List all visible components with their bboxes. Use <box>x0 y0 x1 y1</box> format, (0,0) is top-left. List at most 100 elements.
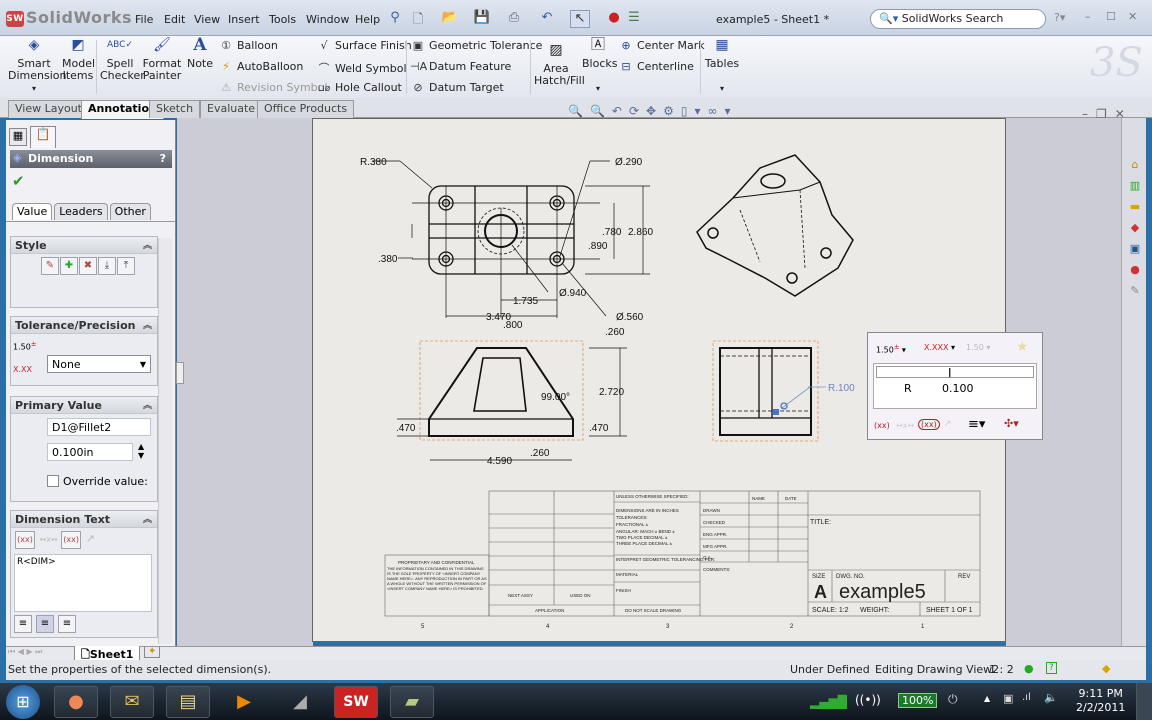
palette-prefix[interactable]: R <box>904 382 912 395</box>
display-settings-icon[interactable]: ⚙ <box>663 104 681 118</box>
open-icon[interactable]: 📂 <box>440 10 460 28</box>
add-parentheses-icon[interactable]: (xx) <box>15 531 35 549</box>
collapse-icon[interactable]: ︽ <box>143 512 152 525</box>
solidworks-taskbar-button[interactable]: SW <box>334 686 378 718</box>
search-input[interactable]: 🔍▾ SolidWorks Search <box>870 9 1046 29</box>
center-dim-icon[interactable]: ↔x↔ <box>896 421 914 430</box>
side-view[interactable] <box>712 340 826 442</box>
surface-finish-button[interactable]: √ Surface Finish <box>316 39 411 52</box>
menu-insert[interactable]: Insert <box>228 13 260 26</box>
centerline-button[interactable]: ⊟ Centerline <box>618 60 693 73</box>
volume-icon[interactable]: 🔈 <box>1044 691 1058 704</box>
menu-file[interactable]: File <box>135 13 153 26</box>
signal-strength-icon[interactable]: ▂▄▆█ <box>810 695 847 709</box>
tab-view-layout[interactable]: View Layout <box>8 100 89 118</box>
panel-splitter-handle[interactable] <box>176 362 184 384</box>
model-items-button[interactable]: ◩ Model Items <box>62 38 95 82</box>
precision-button[interactable]: X.XXX ▾ <box>924 343 955 352</box>
revision-symbol-button[interactable]: ⚠ Revision Symbol <box>218 81 327 94</box>
rebuild-status-icon[interactable]: ● <box>1024 662 1034 675</box>
tolerance-group-header[interactable]: Tolerance/Precision ︽ <box>11 317 157 334</box>
value-spinner[interactable]: ▲ ▼ <box>138 442 144 460</box>
menu-tools[interactable]: Tools <box>269 13 296 26</box>
select-icon[interactable]: ↖ <box>570 10 590 28</box>
front-view[interactable] <box>397 340 627 461</box>
help-status-icon[interactable]: ? <box>1046 662 1057 674</box>
palette-text-box[interactable]: R 0.100 I <box>873 363 1037 409</box>
align-left-icon[interactable]: ≡ <box>14 615 32 633</box>
save-style-icon[interactable]: ⤓ <box>98 257 116 275</box>
explorer-taskbar-button[interactable]: ▤ <box>166 686 210 718</box>
collapse-icon[interactable]: ︽ <box>143 398 152 411</box>
center-dimension-icon[interactable]: ↔x↔ <box>40 535 58 544</box>
subtab-other[interactable]: Other <box>109 203 151 220</box>
zoom-to-area-icon[interactable]: 🔍 <box>590 104 612 118</box>
isometric-view[interactable] <box>696 154 854 297</box>
style-group-header[interactable]: Style ︽ <box>11 237 157 254</box>
pan-icon[interactable]: ✥ <box>646 104 663 118</box>
power-plug-icon[interactable]: ⏻ <box>948 692 958 707</box>
media-player-taskbar-button[interactable]: ▶ <box>222 686 266 718</box>
menu-edit[interactable]: Edit <box>164 13 185 26</box>
zoom-to-fit-icon[interactable]: 🔍 <box>568 104 590 118</box>
autoballoon-button[interactable]: ⚡ AutoBalloon <box>218 60 303 73</box>
justify-icon[interactable]: ≡▾ <box>968 417 985 432</box>
subtab-leaders[interactable]: Leaders <box>54 203 108 220</box>
dimension-text-header[interactable]: Dimension Text ︽ <box>11 511 157 528</box>
inspection-icon[interactable]: (xx) <box>918 419 940 430</box>
system-clock[interactable]: 9:11 PM 2/2/2011 <box>1076 687 1125 715</box>
offset-icon[interactable]: ↗ <box>944 419 952 429</box>
align-center-icon[interactable]: ≡ <box>36 615 54 633</box>
battery-indicator[interactable]: 100% <box>898 693 938 708</box>
balloon-button[interactable]: ① Balloon <box>218 39 278 52</box>
minimize-button[interactable]: – <box>1085 10 1091 23</box>
center-mark-button[interactable]: ⊕ Center Mark <box>618 39 704 52</box>
parentheses-icon[interactable]: (xx) <box>874 421 890 430</box>
align-right-icon[interactable]: ≡ <box>58 615 76 633</box>
menu-help[interactable]: Help <box>355 13 380 26</box>
note-button[interactable]: A Note <box>186 37 214 70</box>
area-hatch-fill-button[interactable]: ▨ Area Hatch/Fill <box>534 43 585 87</box>
ok-checkmark-button[interactable]: ✔ <box>12 172 25 190</box>
tab-evaluate[interactable]: Evaluate <box>200 100 263 118</box>
spell-checker-button[interactable]: ABC✓ Spell Checker <box>100 39 145 82</box>
datum-feature-button[interactable]: ⊣A Datum Feature <box>410 60 511 73</box>
help-icon[interactable]: ?▾ <box>1054 11 1065 24</box>
blocks-button[interactable]: 🄰 Blocks ▾ <box>582 38 617 95</box>
datum-target-button[interactable]: ⊘ Datum Target <box>410 81 503 94</box>
sheet-nav-arrows[interactable]: ⏮ ◀ ▶ ⏭ <box>8 647 42 657</box>
notes-taskbar-button[interactable]: ▰ <box>390 686 434 718</box>
pm-scrollbar[interactable] <box>158 238 172 644</box>
appearances-icon[interactable]: ● <box>1127 263 1143 279</box>
rotate-icon[interactable]: ⟳ <box>629 104 646 118</box>
show-hidden-icons[interactable]: ▲ <box>984 694 990 703</box>
primary-value-header[interactable]: Primary Value ︽ <box>11 397 157 414</box>
tables-button[interactable]: ▦ Tables ▾ <box>704 38 740 95</box>
weld-symbol-button[interactable]: ⌒ Weld Symbol <box>316 60 407 76</box>
offset-text-icon[interactable]: ↗ <box>86 532 95 545</box>
tags-icon[interactable]: ◆ <box>1102 662 1110 675</box>
file-explorer-icon[interactable]: ▬ <box>1127 200 1143 216</box>
search-results-icon[interactable]: ◆ <box>1127 221 1143 237</box>
sheet-scale[interactable]: 1 : 2 <box>989 663 1014 676</box>
menu-view[interactable]: View <box>194 13 220 26</box>
dimension-text-area[interactable]: R<DIM> <box>14 554 152 612</box>
format-painter-button[interactable]: 🖌 Format Painter <box>142 38 182 82</box>
close-button[interactable]: ✕ <box>1128 10 1137 23</box>
doc-minimize-button[interactable]: – <box>1082 107 1096 121</box>
add-sheet-tab[interactable]: ✦ <box>144 646 161 658</box>
doc-restore-button[interactable]: ❐ <box>1096 107 1115 121</box>
menu-window[interactable]: Window <box>306 13 349 26</box>
print-icon[interactable]: ⎙ <box>504 10 524 28</box>
tab-sketch[interactable]: Sketch <box>149 100 201 118</box>
subtab-value[interactable]: Value <box>12 203 53 220</box>
palette-value[interactable]: 0.100 <box>942 382 974 395</box>
tolerance-type-button[interactable]: 1.50± ▾ <box>876 343 906 355</box>
firefox-taskbar-button[interactable]: ● <box>54 686 98 718</box>
custom-properties-icon[interactable]: ✎ <box>1127 284 1143 300</box>
view-palette-icon[interactable]: ▣ <box>1127 242 1143 258</box>
previous-view-icon[interactable]: ↶ <box>612 104 629 118</box>
options-icon[interactable]: ☰ <box>624 10 644 28</box>
style-star-icon[interactable]: ★ <box>1016 339 1029 355</box>
arrange-icon[interactable]: ✣▾ <box>1004 417 1019 430</box>
